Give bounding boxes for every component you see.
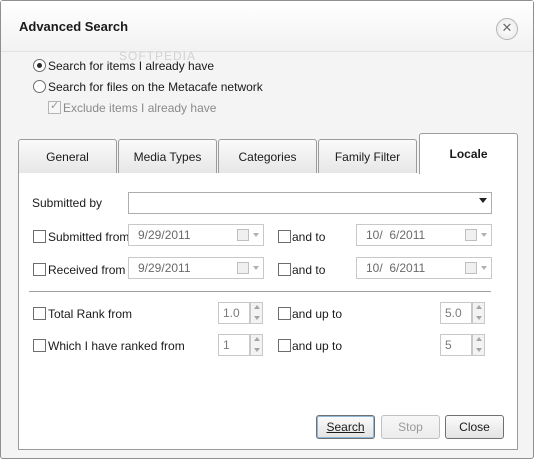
chevron-up-icon[interactable] [476, 337, 482, 341]
search-button[interactable]: Search [316, 415, 375, 439]
exclude-owned-checkbox[interactable] [48, 99, 61, 114]
my-rank-label: Which I have ranked from [48, 339, 185, 353]
submitted-from-label: Submitted from [48, 230, 130, 244]
chevron-down-icon[interactable] [476, 316, 482, 320]
submitted-by-label: Submitted by [32, 196, 103, 210]
total-rank-upto-value: 5.0 [445, 306, 462, 320]
received-from-date-value: 9/29/2011 [138, 261, 191, 275]
chevron-down-icon[interactable] [253, 233, 259, 237]
submitted-to-checkbox[interactable] [278, 230, 291, 243]
advanced-search-dialog: Advanced Search SOFTPEDIA ✕ Search for i… [0, 0, 534, 459]
dialog-title: Advanced Search [19, 19, 129, 34]
tab-family-filter[interactable]: Family Filter [318, 139, 417, 174]
received-to-date[interactable]: 10/ 6/2011 [356, 257, 492, 279]
chevron-down-icon[interactable] [481, 266, 487, 270]
chevron-down-icon[interactable] [254, 316, 260, 320]
received-to-date-value: 10/ 6/2011 [366, 261, 426, 275]
chevron-down-icon[interactable] [481, 233, 487, 237]
radio-search-local[interactable] [33, 59, 46, 72]
received-from-label: Received from [48, 263, 126, 277]
my-rank-upto-label: and up to [292, 339, 343, 353]
exclude-owned-label: Exclude items I already have [63, 101, 217, 115]
my-rank-upto-value: 5 [445, 338, 452, 352]
close-button[interactable]: Close [445, 415, 504, 439]
chevron-up-icon[interactable] [476, 305, 482, 309]
submitted-to-date[interactable]: 10/ 6/2011 [356, 224, 492, 246]
my-rank-from-value: 1 [223, 338, 230, 352]
chevron-down-icon[interactable] [253, 266, 259, 270]
tab-media-types[interactable]: Media Types [118, 139, 217, 174]
submitted-by-dropdown[interactable] [128, 192, 492, 214]
received-to-label: and to [292, 263, 326, 277]
calendar-icon[interactable] [237, 229, 249, 241]
calendar-icon[interactable] [237, 262, 249, 274]
total-rank-from-stepper[interactable]: 1.0 [218, 302, 263, 324]
submitted-from-date-value: 9/29/2011 [138, 228, 191, 242]
tab-categories[interactable]: Categories [218, 139, 317, 174]
chevron-down-icon [479, 198, 487, 203]
total-rank-from-value: 1.0 [223, 306, 240, 320]
chevron-up-icon[interactable] [254, 305, 260, 309]
received-from-date[interactable]: 9/29/2011 [128, 257, 264, 279]
search-button-label: Search [326, 420, 365, 434]
radio-search-local-label[interactable]: Search for items I already have [48, 59, 214, 73]
total-rank-upto-stepper[interactable]: 5.0 [440, 302, 485, 324]
chevron-up-icon[interactable] [254, 337, 260, 341]
calendar-icon[interactable] [465, 262, 477, 274]
close-button-label: Close [459, 420, 490, 434]
my-rank-upto-checkbox[interactable] [278, 339, 291, 352]
received-from-checkbox[interactable] [33, 263, 46, 276]
tab-general[interactable]: General [18, 139, 117, 174]
close-icon[interactable]: ✕ [496, 18, 518, 40]
title-bar: Advanced Search SOFTPEDIA ✕ [1, 1, 533, 63]
submitted-to-date-value: 10/ 6/2011 [366, 228, 426, 242]
my-rank-from-stepper[interactable]: 1 [218, 334, 263, 356]
total-rank-upto-checkbox[interactable] [278, 307, 291, 320]
tab-locale[interactable]: Locale [419, 133, 518, 174]
radio-search-network-label[interactable]: Search for files on the Metacafe network [48, 80, 263, 94]
total-rank-label: Total Rank from [48, 307, 133, 321]
section-divider [29, 291, 491, 292]
submitted-from-date[interactable]: 9/29/2011 [128, 224, 264, 246]
total-rank-upto-label: and up to [292, 307, 343, 321]
chevron-down-icon[interactable] [476, 348, 482, 352]
my-rank-upto-stepper[interactable]: 5 [440, 334, 485, 356]
stop-button-label: Stop [398, 420, 423, 434]
stop-button[interactable]: Stop [381, 415, 440, 439]
received-to-checkbox[interactable] [278, 263, 291, 276]
submitted-to-label: and to [292, 230, 326, 244]
calendar-icon[interactable] [465, 229, 477, 241]
chevron-down-icon[interactable] [254, 348, 260, 352]
total-rank-checkbox[interactable] [33, 307, 46, 320]
my-rank-checkbox[interactable] [33, 339, 46, 352]
submitted-from-checkbox[interactable] [33, 230, 46, 243]
radio-search-network[interactable] [33, 80, 46, 93]
